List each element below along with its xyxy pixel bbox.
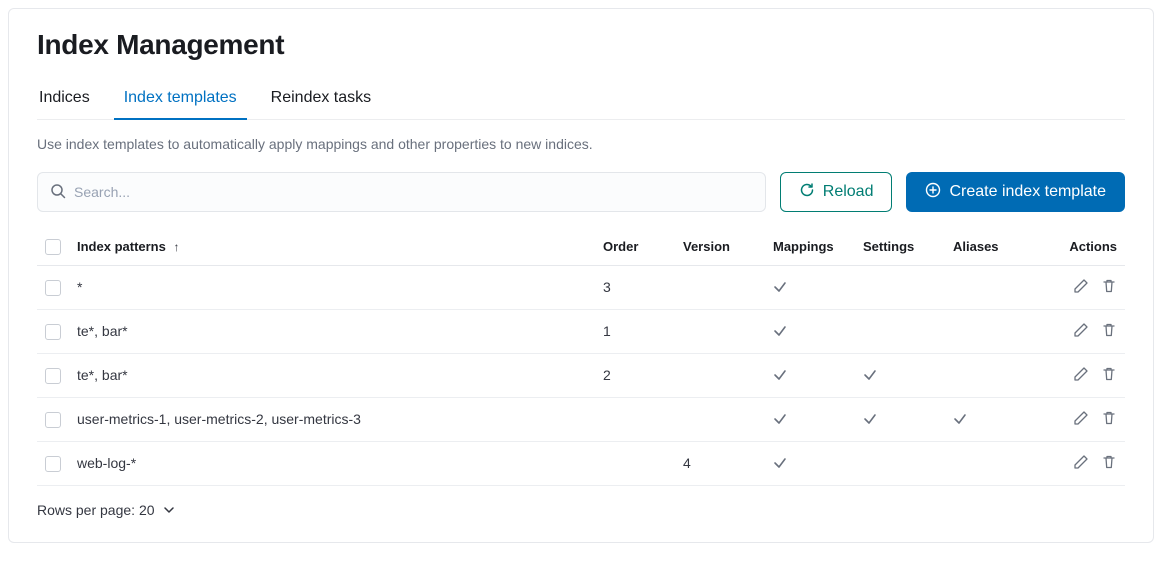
cell-settings	[855, 441, 945, 485]
rows-per-page-label: Rows per page: 20	[37, 502, 155, 518]
table-row: web-log-* 4	[37, 441, 1125, 485]
cell-settings	[855, 353, 945, 397]
edit-icon[interactable]	[1073, 278, 1089, 294]
cell-mappings	[765, 441, 855, 485]
page-description: Use index templates to automatically app…	[37, 136, 1125, 152]
pagination[interactable]: Rows per page: 20	[37, 486, 1125, 518]
cell-mappings	[765, 353, 855, 397]
cell-aliases	[945, 397, 1035, 441]
row-checkbox[interactable]	[45, 368, 61, 384]
check-icon	[773, 456, 847, 470]
cell-actions	[1035, 397, 1125, 441]
cell-order	[595, 397, 675, 441]
cell-order: 2	[595, 353, 675, 397]
sort-asc-icon: ↑	[173, 240, 179, 254]
cell-mappings	[765, 309, 855, 353]
col-header-mappings[interactable]: Mappings	[765, 230, 855, 265]
check-icon	[863, 368, 937, 382]
row-checkbox[interactable]	[45, 456, 61, 472]
table-row: te*, bar*2	[37, 353, 1125, 397]
create-index-template-button[interactable]: Create index template	[906, 172, 1125, 212]
tab-indices[interactable]: Indices	[37, 79, 92, 119]
col-header-aliases[interactable]: Aliases	[945, 230, 1035, 265]
cell-patterns: te*, bar*	[69, 309, 595, 353]
edit-icon[interactable]	[1073, 366, 1089, 382]
cell-version: 4	[675, 441, 765, 485]
refresh-icon	[799, 182, 815, 203]
edit-icon[interactable]	[1073, 410, 1089, 426]
check-icon	[773, 368, 847, 382]
cell-patterns: te*, bar*	[69, 353, 595, 397]
check-icon	[773, 280, 847, 294]
cell-aliases	[945, 265, 1035, 309]
check-icon	[863, 412, 937, 426]
page-title: Index Management	[37, 29, 1125, 61]
cell-patterns: web-log-*	[69, 441, 595, 485]
cell-aliases	[945, 441, 1035, 485]
row-checkbox[interactable]	[45, 324, 61, 340]
col-header-order[interactable]: Order	[595, 230, 675, 265]
cell-settings	[855, 265, 945, 309]
plus-circle-icon	[925, 182, 941, 203]
cell-order: 1	[595, 309, 675, 353]
cell-order: 3	[595, 265, 675, 309]
table-row: *3	[37, 265, 1125, 309]
check-icon	[773, 412, 847, 426]
index-management-panel: Index Management Indices Index templates…	[8, 8, 1154, 543]
check-icon	[953, 412, 1027, 426]
cell-actions	[1035, 441, 1125, 485]
trash-icon[interactable]	[1101, 454, 1117, 470]
cell-mappings	[765, 265, 855, 309]
table-row: te*, bar*1	[37, 309, 1125, 353]
edit-icon[interactable]	[1073, 454, 1089, 470]
cell-aliases	[945, 353, 1035, 397]
search-field-wrap[interactable]	[37, 172, 766, 212]
trash-icon[interactable]	[1101, 410, 1117, 426]
cell-actions	[1035, 265, 1125, 309]
cell-patterns: *	[69, 265, 595, 309]
cell-version	[675, 397, 765, 441]
col-header-patterns[interactable]: Index patterns ↑	[69, 230, 595, 265]
check-icon	[773, 324, 847, 338]
cell-actions	[1035, 309, 1125, 353]
cell-patterns: user-metrics-1, user-metrics-2, user-met…	[69, 397, 595, 441]
cell-actions	[1035, 353, 1125, 397]
cell-mappings	[765, 397, 855, 441]
row-checkbox[interactable]	[45, 280, 61, 296]
cell-version	[675, 265, 765, 309]
reload-label: Reload	[823, 183, 874, 201]
cell-aliases	[945, 309, 1035, 353]
cell-version	[675, 353, 765, 397]
search-icon	[50, 183, 66, 202]
templates-table: Index patterns ↑ Order Version Mappings …	[37, 230, 1125, 486]
toolbar: Reload Create index template	[37, 172, 1125, 212]
cell-order	[595, 441, 675, 485]
trash-icon[interactable]	[1101, 366, 1117, 382]
chevron-down-icon	[163, 504, 175, 516]
trash-icon[interactable]	[1101, 278, 1117, 294]
edit-icon[interactable]	[1073, 322, 1089, 338]
table-row: user-metrics-1, user-metrics-2, user-met…	[37, 397, 1125, 441]
row-checkbox[interactable]	[45, 412, 61, 428]
cell-version	[675, 309, 765, 353]
create-label: Create index template	[949, 183, 1106, 201]
cell-settings	[855, 397, 945, 441]
trash-icon[interactable]	[1101, 322, 1117, 338]
reload-button[interactable]: Reload	[780, 172, 893, 212]
col-header-actions: Actions	[1035, 230, 1125, 265]
tabs: Indices Index templates Reindex tasks	[37, 79, 1125, 120]
search-input[interactable]	[74, 184, 753, 200]
select-all-checkbox[interactable]	[45, 239, 61, 255]
tab-index-templates[interactable]: Index templates	[122, 79, 239, 119]
col-header-settings[interactable]: Settings	[855, 230, 945, 265]
tab-reindex-tasks[interactable]: Reindex tasks	[269, 79, 374, 119]
cell-settings	[855, 309, 945, 353]
col-header-version[interactable]: Version	[675, 230, 765, 265]
